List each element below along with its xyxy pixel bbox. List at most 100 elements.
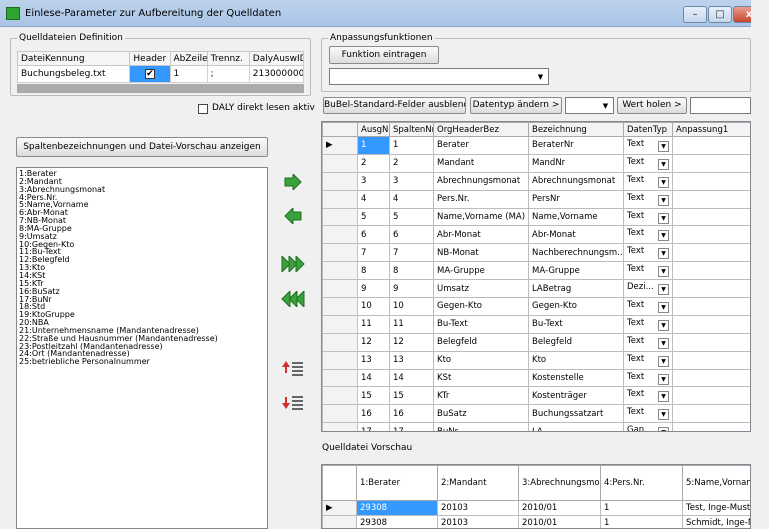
grid-row[interactable]: 14 14 KSt Kostenstelle Text ▼ (322, 368, 750, 388)
wert-holen-button[interactable]: Wert holen > (617, 97, 687, 114)
col-bezeichnung[interactable]: Bezeichnung (528, 122, 624, 137)
grid-cell-anpassung1[interactable] (672, 243, 750, 263)
grid-cell-anpassung1[interactable] (672, 350, 750, 370)
cell-trennz[interactable]: ; (206, 65, 250, 83)
field-list-item[interactable]: 24:Ort (Mandantenadresse) (19, 350, 265, 358)
chevron-down-icon[interactable]: ▼ (658, 409, 669, 421)
grid-cell-orgheaderbez[interactable]: BuSatz (433, 404, 529, 424)
grid-cell-orgheaderbez[interactable]: NB-Monat (433, 243, 529, 263)
minimize-button[interactable]: – (683, 6, 707, 23)
field-list[interactable]: 1:Berater 2:Mandant 3:Abrechnungsmonat 4:Pe… (16, 167, 268, 529)
chevron-down-icon[interactable]: ▼ (658, 266, 669, 278)
grid-cell-orgheaderbez[interactable]: Belegfeld (433, 332, 529, 352)
grid-cell-datentyp[interactable]: Dezi... ▼ (623, 279, 673, 299)
grid-row[interactable]: 10 10 Gegen-Kto Gegen-Kto Text ▼ (322, 297, 750, 316)
field-list-item[interactable]: 17:BuNr (19, 296, 265, 304)
chevron-down-icon[interactable]: ▼ (658, 212, 669, 224)
grid-cell-ausgn[interactable]: 2 (357, 153, 390, 173)
vorschau-row[interactable]: ▶29308201032010/011Test, Inge-Muster (322, 500, 750, 516)
grid-cell-ausgn[interactable]: 1 (357, 136, 390, 155)
grid-cell-ausgn[interactable]: 9 (357, 279, 390, 299)
grid-cell-orgheaderbez[interactable]: Abrechnungsmonat (433, 171, 529, 191)
chevron-down-icon[interactable]: ▼ (658, 427, 669, 431)
grid-cell-orgheaderbez[interactable]: BuNr (433, 422, 529, 431)
funktion-combo[interactable]: ▼ (329, 68, 549, 85)
grid-row-header[interactable] (322, 171, 358, 191)
grid-cell-orgheaderbez[interactable]: Kto (433, 350, 529, 370)
grid-cell-anpassung1[interactable] (672, 261, 750, 281)
grid-row-header[interactable] (322, 368, 358, 388)
grid-cell-ausgn[interactable]: 8 (357, 261, 390, 281)
grid-row-header[interactable] (322, 225, 358, 245)
grid-cell-datentyp[interactable]: Text ▼ (623, 243, 673, 263)
field-list-item[interactable]: 13:Kto (19, 264, 265, 272)
field-list-item[interactable]: 16:BuSatz (19, 288, 265, 296)
grid-cell-anpassung1[interactable] (672, 171, 750, 191)
field-list-item[interactable]: 10:Gegen-Kto (19, 241, 265, 249)
col-dateikennung[interactable]: DateiKennung (16, 51, 131, 66)
grid-cell-bezeichnung[interactable]: BeraterNr (528, 136, 624, 155)
grid-cell-bezeichnung[interactable]: Buchungssatzart (528, 404, 624, 424)
grid-cell-orgheaderbez[interactable]: Berater (433, 136, 529, 155)
grid-cell-anpassung1[interactable] (672, 189, 750, 209)
cell-header[interactable]: ✔ (129, 65, 171, 83)
chevron-down-icon[interactable]: ▼ (658, 319, 669, 331)
grid-cell-anpassung1[interactable] (672, 314, 750, 334)
col-trennz[interactable]: Trennz. (206, 51, 250, 66)
grid-cell-bezeichnung[interactable]: Kostenstelle (528, 368, 624, 388)
grid-cell-bezeichnung[interactable]: Kto (528, 350, 624, 370)
grid-row-header[interactable] (322, 422, 358, 431)
field-list-item[interactable]: 18:Std (19, 303, 265, 311)
grid-row-header[interactable] (322, 189, 358, 209)
grid-cell-orgheaderbez[interactable]: Umsatz (433, 279, 529, 299)
grid-cell-ausgn[interactable]: 6 (357, 225, 390, 245)
grid-cell-bezeichnung[interactable]: LABetrag (528, 279, 624, 299)
grid-row[interactable]: 8 8 MA-Gruppe MA-Gruppe Text ▼ (322, 261, 750, 281)
grid-cell-bezeichnung[interactable]: Abr-Monat (528, 225, 624, 245)
cell-datei[interactable]: Buchungsbeleg.txt (16, 65, 131, 83)
field-list-item[interactable]: 23:Postleitzahl (Mandantenadresse) (19, 343, 265, 351)
grid-cell-spaltennr[interactable]: 9 (389, 279, 434, 299)
grid-cell-bezeichnung[interactable]: PersNr (528, 189, 624, 209)
vorschau-row-header[interactable] (322, 515, 357, 528)
chevron-down-icon[interactable]: ▼ (658, 248, 669, 260)
grid-cell-bezeichnung[interactable]: Kostenträger (528, 386, 624, 406)
grid-cell-ausgn[interactable]: 14 (357, 368, 390, 388)
grid-row[interactable]: ▶ 1 1 Berater BeraterNr Text ▼ (322, 136, 750, 155)
grid-cell-anpassung1[interactable] (672, 404, 750, 424)
vorschau-cell[interactable]: 2010/01 (518, 515, 601, 528)
grid-cell-spaltennr[interactable]: 17 (389, 422, 434, 431)
grid-cell-orgheaderbez[interactable]: Pers.Nr. (433, 189, 529, 209)
grid-row[interactable]: 16 16 BuSatz Buchungssatzart Text ▼ (322, 404, 750, 424)
grid-row-header[interactable] (322, 153, 358, 173)
field-list-item[interactable]: 22:Straße und Hausnummer (Mandantenadres… (19, 335, 265, 343)
field-list-item[interactable]: 20:NBA (19, 319, 265, 327)
field-list-item[interactable]: 19:KtoGruppe (19, 311, 265, 319)
maximize-button[interactable]: □ (708, 6, 732, 23)
grid-cell-spaltennr[interactable]: 5 (389, 207, 434, 227)
grid-cell-datentyp[interactable]: Text ▼ (623, 189, 673, 209)
col-anpassung1[interactable]: Anpassung1 (672, 122, 750, 137)
grid-cell-ausgn[interactable]: 7 (357, 243, 390, 263)
vorschau-col-mandant[interactable]: 2:Mandant (437, 465, 519, 501)
chevron-down-icon[interactable]: ▼ (658, 230, 669, 242)
grid-row-header[interactable] (322, 386, 358, 406)
field-list-item[interactable]: 1:Berater (19, 170, 265, 178)
chevron-down-icon[interactable]: ▼ (658, 140, 669, 152)
grid-cell-ausgn[interactable]: 10 (357, 297, 390, 316)
grid-cell-orgheaderbez[interactable]: Bu-Text (433, 314, 529, 334)
grid-cell-datentyp[interactable]: Text ▼ (623, 314, 673, 334)
field-list-item[interactable]: 6:Abr-Monat (19, 209, 265, 217)
cell-abzeile[interactable]: 1 (169, 65, 208, 83)
grid-cell-ausgn[interactable]: 16 (357, 404, 390, 424)
grid-row-header[interactable] (322, 243, 358, 263)
grid-row[interactable]: 11 11 Bu-Text Bu-Text Text ▼ (322, 314, 750, 334)
cell-dalyauswid[interactable]: 2130000004 (248, 65, 305, 83)
grid-cell-anpassung1[interactable] (672, 225, 750, 245)
vorschau-col-persnr[interactable]: 4:Pers.Nr. (600, 465, 683, 501)
vorschau-cell[interactable]: Test, Inge-Muster (682, 500, 750, 516)
grid-cell-spaltennr[interactable]: 7 (389, 243, 434, 263)
grid-cell-datentyp[interactable]: Text ▼ (623, 350, 673, 370)
field-list-item[interactable]: 14:KSt (19, 272, 265, 280)
chevron-down-icon[interactable]: ▼ (658, 355, 669, 367)
